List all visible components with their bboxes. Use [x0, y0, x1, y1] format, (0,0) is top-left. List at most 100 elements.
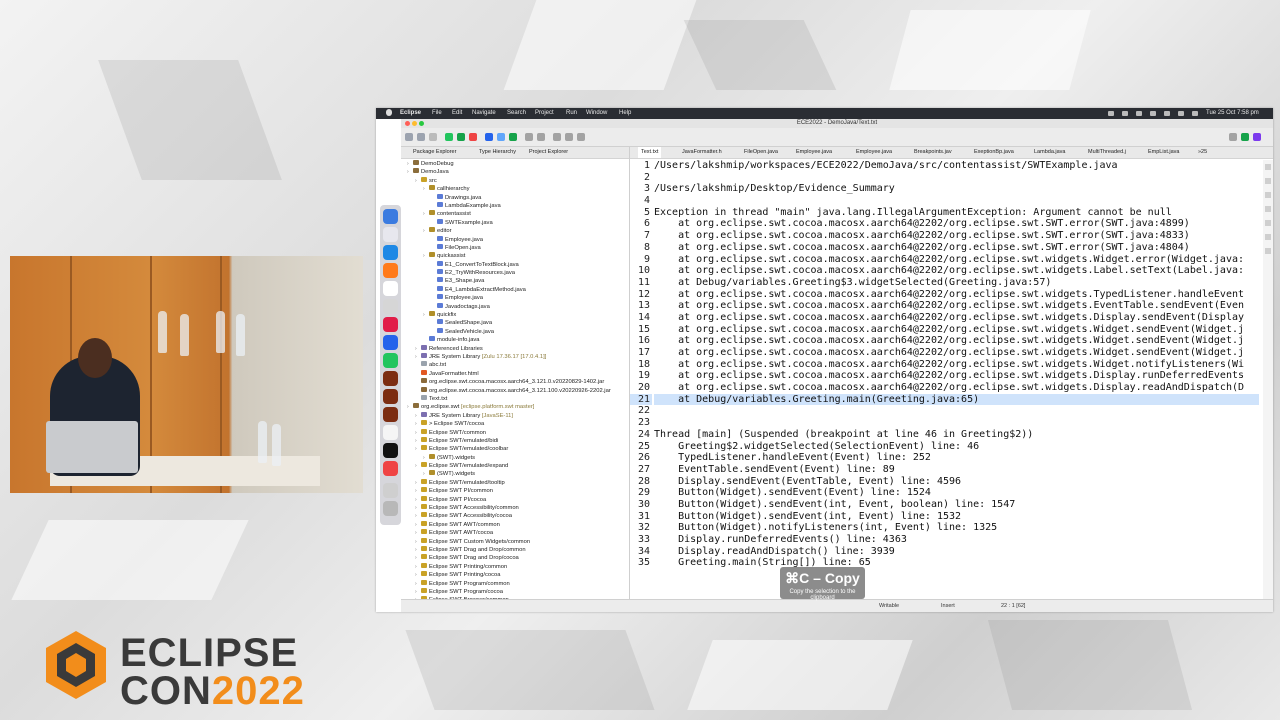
menu-edit[interactable]: Edit	[452, 110, 462, 116]
code-line[interactable]: Display.readAndDispatch() line: 3939	[654, 546, 1254, 558]
terminal-icon[interactable]	[383, 443, 398, 458]
tree-item[interactable]: JavaFormatter.html	[401, 369, 629, 378]
perspective-java-icon[interactable]	[1253, 133, 1261, 141]
search-icon[interactable]	[537, 133, 545, 141]
menu-project[interactable]: Project	[535, 110, 554, 116]
pin-icon[interactable]	[577, 133, 585, 141]
code-line[interactable]: at org.eclipse.swt.cocoa.macosx.aarch64@…	[654, 382, 1254, 394]
downloads-icon[interactable]	[383, 483, 398, 498]
code-line[interactable]: at org.eclipse.swt.cocoa.macosx.aarch64@…	[654, 370, 1254, 382]
calendar-icon[interactable]	[383, 281, 398, 296]
code-line[interactable]: Button(Widget).notifyListeners(int, Even…	[654, 522, 1254, 534]
new-icon[interactable]	[405, 133, 413, 141]
overview-ruler[interactable]	[1263, 160, 1273, 600]
tree-item[interactable]: org.eclipse.swt.cocoa.macosx.aarch64_3.1…	[401, 386, 629, 395]
code-line[interactable]: Exception in thread "main" java.lang.Ill…	[654, 207, 1254, 219]
code-line[interactable]	[654, 417, 1254, 429]
launchpad-icon[interactable]	[383, 227, 398, 242]
tree-item[interactable]: › Eclipse SWT PI/common	[401, 487, 629, 495]
new-package-icon[interactable]	[497, 133, 505, 141]
editor-tab[interactable]: »25	[1198, 149, 1207, 155]
tree-item[interactable]: › quickfix	[401, 311, 629, 319]
tree-item[interactable]: › Eclipse SWT AWT/common	[401, 520, 629, 529]
tree-item[interactable]: SWTExample.java	[401, 218, 629, 227]
tree-item[interactable]: › editor	[401, 227, 629, 235]
menu-run[interactable]: Run	[566, 110, 577, 116]
code-line[interactable]: at org.eclipse.swt.cocoa.macosx.aarch64@…	[654, 289, 1254, 301]
tree-item[interactable]: › Eclipse SWT AWT/cocoa	[401, 529, 629, 537]
app-icon[interactable]	[383, 461, 398, 476]
menubar-clock[interactable]: Tue 25 Oct 7:58 pm	[1206, 110, 1259, 116]
tree-item[interactable]: › (SWT).widgets	[401, 470, 629, 478]
eclipse-icon[interactable]	[383, 389, 398, 404]
menu-help[interactable]: Help	[619, 110, 631, 116]
tree-item[interactable]: › Eclipse SWT/emulated/tooltip	[401, 478, 629, 487]
status-icon[interactable]	[1136, 111, 1142, 116]
tree-item[interactable]: SealedShape.java	[401, 319, 629, 327]
menu-window[interactable]: Window	[586, 110, 607, 116]
forward-icon[interactable]	[565, 133, 573, 141]
eclipse-icon[interactable]	[383, 371, 398, 386]
editor-text-area[interactable]: /Users/lakshmip/workspaces/ECE2022/DemoJ…	[654, 160, 1259, 569]
back-icon[interactable]	[553, 133, 561, 141]
tree-item[interactable]: › quickassist	[401, 252, 629, 260]
code-line[interactable]: Greeting$2.widgetSelected(SelectionEvent…	[654, 441, 1254, 453]
code-line[interactable]: at org.eclipse.swt.cocoa.macosx.aarch64@…	[654, 218, 1254, 230]
vscode-icon[interactable]	[383, 335, 398, 350]
code-line[interactable]: Display.runDeferredEvents() line: 4363	[654, 534, 1254, 546]
code-line[interactable]: at org.eclipse.swt.cocoa.macosx.aarch64@…	[654, 300, 1254, 312]
editor-tab[interactable]: EmpList.java	[1148, 149, 1180, 155]
new-java-project-icon[interactable]	[485, 133, 493, 141]
tree-item[interactable]: › Eclipse SWT Printing/common	[401, 562, 629, 571]
search-icon[interactable]	[1178, 111, 1184, 116]
perspective-debug-icon[interactable]	[1241, 133, 1249, 141]
status-icon[interactable]	[1122, 111, 1128, 116]
code-line[interactable]: Button(Widget).sendEvent(int, Event) lin…	[654, 511, 1254, 523]
tree-item[interactable]: › Eclipse SWT/emulated/bidi	[401, 436, 629, 445]
wifi-icon[interactable]	[1164, 111, 1170, 116]
tree-item[interactable]: FileOpen.java	[401, 243, 629, 252]
app-icon[interactable]	[383, 317, 398, 332]
code-line[interactable]: at org.eclipse.swt.cocoa.macosx.aarch64@…	[654, 242, 1254, 254]
editor-tab[interactable]: FileOpen.java	[744, 149, 778, 155]
tree-item[interactable]: › Eclipse SWT Custom Widgets/common	[401, 537, 629, 546]
editor-tab[interactable]: Breakpoints.jav	[914, 149, 952, 155]
tree-item[interactable]: › Eclipse SWT Printing/cocoa	[401, 571, 629, 579]
tree-item[interactable]: › Eclipse SWT/emulated/expand	[401, 462, 629, 470]
tree-item[interactable]: SealedVehicle.java	[401, 327, 629, 336]
code-line[interactable]: at org.eclipse.swt.cocoa.macosx.aarch64@…	[654, 254, 1254, 266]
tree-item[interactable]: › JRE System Library [JavaSE-11]	[401, 411, 629, 420]
code-line[interactable]: /Users/lakshmip/Desktop/Evidence_Summary	[654, 183, 1254, 195]
tree-item[interactable]: module-info.java	[401, 336, 629, 344]
editor-tab[interactable]: JavaFormatter.h	[682, 149, 722, 155]
debug-icon[interactable]	[445, 133, 453, 141]
tree-item[interactable]: › Eclipse SWT Accessibility/common	[401, 504, 629, 512]
code-line[interactable]: at org.eclipse.swt.cocoa.macosx.aarch64@…	[654, 347, 1254, 359]
code-line[interactable]: Button(Widget).sendEvent(int, Event, boo…	[654, 499, 1254, 511]
tree-item[interactable]: › Eclipse SWT Accessibility/cocoa	[401, 512, 629, 520]
tree-item[interactable]: › callhierarchy	[401, 185, 629, 193]
tree-item[interactable]: › Eclipse SWT Drag and Drop/cocoa	[401, 554, 629, 562]
tree-item[interactable]: LambdaExample.java	[401, 201, 629, 210]
code-line[interactable]: /Users/lakshmip/workspaces/ECE2022/DemoJ…	[654, 160, 1254, 172]
tab-package-explorer[interactable]: Package Explorer	[413, 149, 456, 155]
tree-item[interactable]: E2_TryWithResources.java	[401, 269, 629, 277]
tree-item[interactable]: › src	[401, 176, 629, 185]
tree-item[interactable]: Employee.java	[401, 294, 629, 302]
tab-type-hierarchy[interactable]: Type Hierarchy	[479, 149, 516, 155]
menu-navigate[interactable]: Navigate	[472, 110, 496, 116]
trash-icon[interactable]	[383, 501, 398, 516]
print-icon[interactable]	[429, 133, 437, 141]
tree-item[interactable]: abc.txt	[401, 361, 629, 369]
search-icon[interactable]	[1229, 133, 1237, 141]
code-line[interactable]: Display.sendEvent(EventTable, Event) lin…	[654, 476, 1254, 488]
code-line[interactable]	[654, 172, 1254, 184]
code-line[interactable]: at org.eclipse.swt.cocoa.macosx.aarch64@…	[654, 359, 1254, 371]
editor-tab[interactable]: ExeptionBp.java	[974, 149, 1014, 155]
code-line[interactable]	[654, 195, 1254, 207]
eclipse-icon[interactable]	[383, 407, 398, 422]
code-line[interactable]: Greeting.main(String[]) line: 65	[654, 557, 1254, 569]
tree-item[interactable]: › DemoDebug	[401, 160, 629, 168]
code-line[interactable]: Button(Widget).sendEvent(Event) line: 15…	[654, 487, 1254, 499]
save-icon[interactable]	[417, 133, 425, 141]
